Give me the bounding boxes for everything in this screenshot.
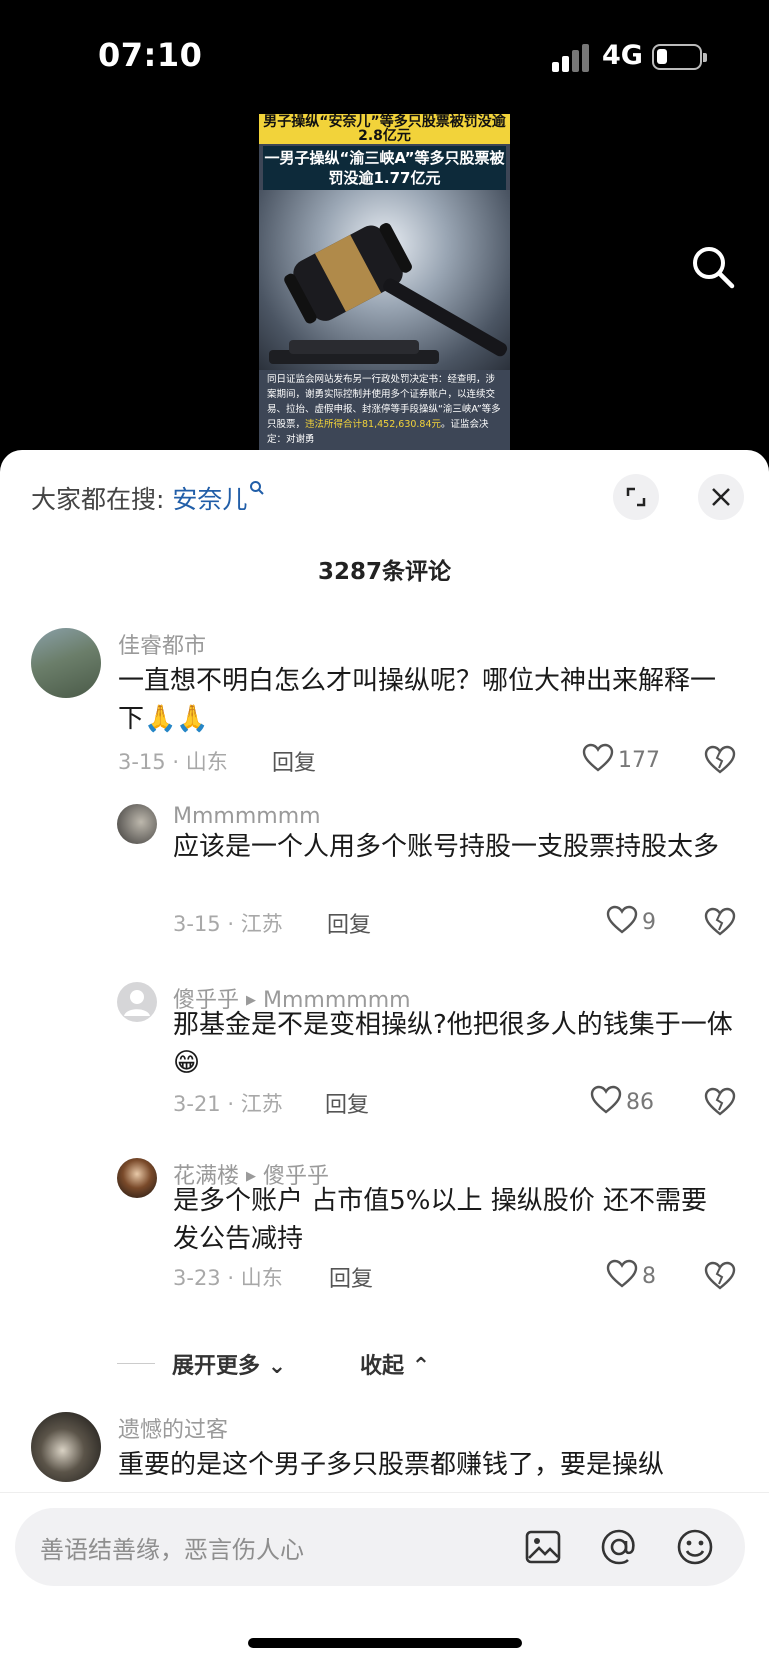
comment-item: 遗憾的过客 重要的是这个男子多只股票都赚钱了，要是操纵 <box>0 1412 769 1492</box>
network-label: 4G <box>602 40 643 71</box>
comment-input[interactable]: 善语结善缘，恶言伤人心 <box>15 1508 745 1586</box>
like-button[interactable]: 9 <box>606 905 656 935</box>
battery-icon <box>652 44 707 70</box>
like-count: 8 <box>642 1264 656 1289</box>
reply-item: Mmmmmmm 应该是一个人用多个账号持股一支股票持股太多 3-15 · 江苏 … <box>0 804 769 954</box>
avatar[interactable] <box>117 1158 157 1198</box>
heart-icon <box>582 743 614 772</box>
avatar[interactable] <box>117 804 157 844</box>
video-player[interactable]: 男子操纵“安奈儿”等多只股票被罚没逾2.8亿元 一男子操纵“渝三峡A”等多只股票… <box>0 110 769 450</box>
replies-toggle-row: 展开更多 ⌄ 收起 ⌃ <box>0 1346 769 1386</box>
comment-author[interactable]: Mmmmmmm <box>173 804 321 829</box>
reply-button[interactable]: 回复 <box>325 1087 369 1119</box>
reply-item: 傻乎乎 ▶ Mmmmmmm 那基金是不是变相操纵?他把很多人的钱集于一体😁 3-21… <box>0 982 769 1132</box>
trending-keyword[interactable]: 安奈儿 <box>172 485 247 514</box>
dislike-heart-icon[interactable] <box>704 1087 736 1121</box>
search-icon[interactable] <box>690 244 736 290</box>
comment-meta: 3-23 · 山东 <box>173 1266 283 1290</box>
like-button[interactable]: 8 <box>606 1259 656 1289</box>
comment-text: 一直想不明白怎么才叫操纵呢？哪位大神出来解释一下🙏🙏 <box>118 666 717 734</box>
like-button[interactable]: 177 <box>582 743 660 773</box>
like-button[interactable]: 86 <box>590 1085 654 1115</box>
heart-icon <box>606 905 638 934</box>
dislike-heart-icon[interactable] <box>704 907 736 941</box>
comment-count: 3287条评论 <box>317 559 451 585</box>
avatar[interactable] <box>31 1412 101 1482</box>
at-icon[interactable] <box>597 1525 641 1569</box>
collapse-button[interactable]: 收起 ⌃ <box>360 1348 430 1380</box>
comment-author[interactable]: 佳睿都市 <box>118 628 206 660</box>
gavel-image <box>259 190 510 370</box>
like-count: 177 <box>618 748 660 773</box>
comment-meta: 3-15 · 山东 <box>118 750 228 774</box>
divider <box>117 1363 155 1364</box>
home-indicator[interactable] <box>248 1638 522 1648</box>
expand-icon[interactable] <box>613 474 659 520</box>
chevron-down-icon: ⌄ <box>267 1354 287 1379</box>
emoji-icon[interactable] <box>673 1525 717 1569</box>
status-time: 07:10 <box>98 36 203 74</box>
comment-text: 重要的是这个男子多只股票都赚钱了，要是操纵 <box>118 1450 665 1480</box>
chevron-up-icon: ⌃ <box>411 1354 431 1379</box>
comment-input-bar: 善语结善缘，恶言伤人心 <box>0 1492 769 1665</box>
video-headline-top: 男子操纵“安奈儿”等多只股票被罚没逾2.8亿元 <box>259 114 510 144</box>
reply-button[interactable]: 回复 <box>272 745 316 777</box>
like-count: 9 <box>642 910 656 935</box>
comment-sheet: 大家都在搜: 安奈儿 3287条评论 佳睿都市 一直想不明白怎么才叫操纵呢？哪位… <box>0 450 769 1665</box>
close-icon[interactable] <box>698 474 744 520</box>
trending-search[interactable]: 大家都在搜: 安奈儿 <box>31 480 265 516</box>
avatar[interactable] <box>31 628 101 698</box>
video-body-text: 同日证监会网站发布另一行政处罚决定书：经查明，涉案期间，谢勇实际控制并使用多个证… <box>267 374 501 445</box>
avatar[interactable] <box>117 982 157 1022</box>
comment-text: 应该是一个人用多个账号持股一支股票持股太多 <box>173 832 720 862</box>
image-icon[interactable] <box>521 1525 565 1569</box>
reply-item: 花满楼 ▶ 傻乎乎 是多个账户 占市值5%以上 操纵股价 还不需要发公告减持 3-2… <box>0 1158 769 1308</box>
trending-label: 大家都在搜: <box>31 485 165 514</box>
signal-icon <box>552 44 592 72</box>
like-count: 86 <box>626 1090 654 1115</box>
expand-more-button[interactable]: 展开更多 ⌄ <box>172 1348 286 1380</box>
input-placeholder: 善语结善缘，恶言伤人心 <box>40 1536 304 1564</box>
comment-meta: 3-21 · 江苏 <box>173 1092 283 1116</box>
comment-author[interactable]: 遗憾的过客 <box>118 1412 228 1444</box>
reply-button[interactable]: 回复 <box>329 1261 373 1293</box>
comment-text: 那基金是不是变相操纵?他把很多人的钱集于一体😁 <box>173 1010 733 1078</box>
status-bar: 07:10 4G <box>0 0 769 110</box>
comment-item: 佳睿都市 一直想不明白怎么才叫操纵呢？哪位大神出来解释一下🙏🙏 3-15 · 山… <box>0 628 769 776</box>
video-thumbnail[interactable]: 男子操纵“安奈儿”等多只股票被罚没逾2.8亿元 一男子操纵“渝三峡A”等多只股票… <box>259 114 510 450</box>
comment-text: 是多个账户 占市值5%以上 操纵股价 还不需要发公告减持 <box>173 1186 708 1254</box>
video-headline-main: 一男子操纵“渝三峡A”等多只股票被罚没逾1.77亿元 <box>263 146 506 190</box>
dislike-heart-icon[interactable] <box>704 745 736 779</box>
heart-icon <box>590 1085 622 1114</box>
heart-icon <box>606 1259 638 1288</box>
comment-meta: 3-15 · 江苏 <box>173 912 283 936</box>
dislike-heart-icon[interactable] <box>704 1261 736 1295</box>
reply-button[interactable]: 回复 <box>327 907 371 939</box>
small-search-icon <box>249 480 265 500</box>
